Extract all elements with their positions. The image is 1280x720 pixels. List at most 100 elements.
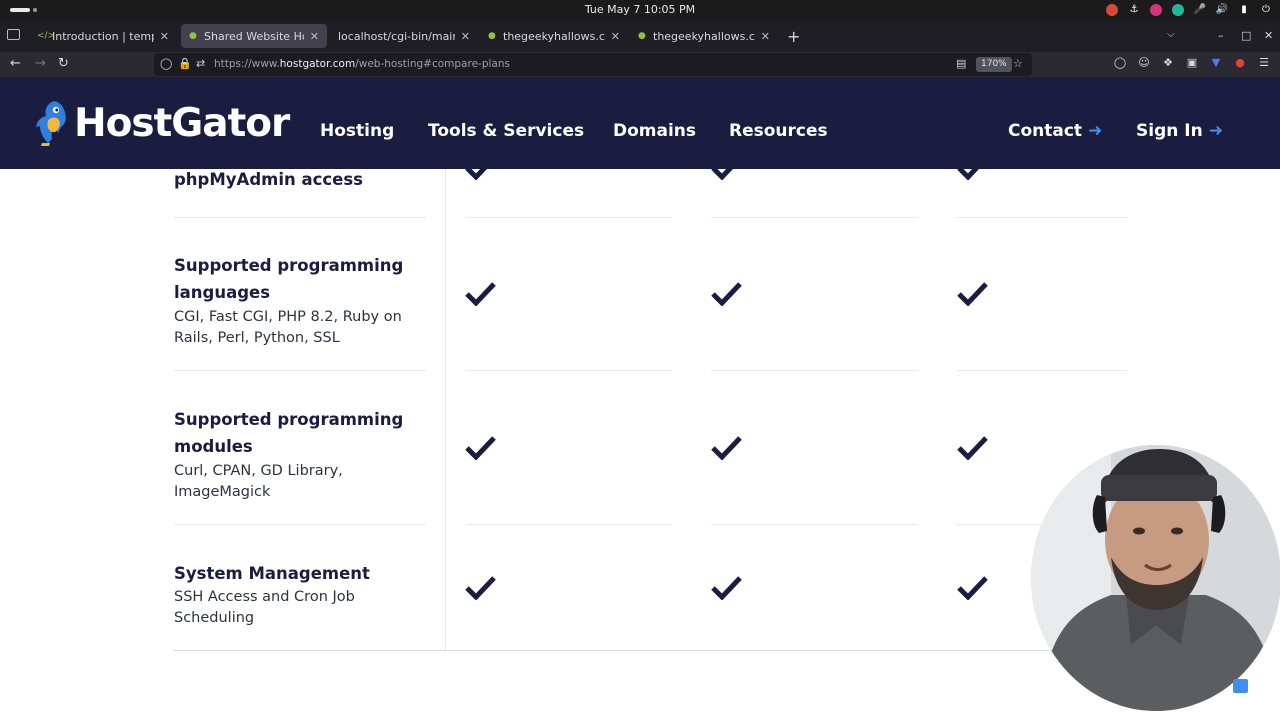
url-prefix: https://www. — [214, 58, 280, 70]
close-tab-icon[interactable]: ✕ — [761, 30, 770, 43]
addon-icon[interactable]: ● — [1233, 56, 1247, 70]
url-host: hostgator.com — [279, 58, 356, 70]
extension-icon[interactable]: ▣ — [1185, 56, 1199, 70]
table-bottom-border — [174, 650, 1080, 651]
sign-in-label: Sign In — [1136, 121, 1203, 141]
row-separator — [957, 370, 1127, 371]
brand-name: HostGator — [74, 100, 290, 146]
system-clock[interactable]: Tue May 7 10:05 PM — [0, 3, 1280, 16]
row-separator — [466, 524, 672, 525]
row-separator — [711, 524, 918, 525]
nav-tools-services[interactable]: Tools & Services — [428, 121, 584, 141]
row-separator — [466, 370, 672, 371]
close-tab-icon[interactable]: ✕ — [611, 30, 620, 43]
checkmark-icon — [465, 436, 496, 460]
checkmark-icon — [711, 576, 742, 600]
feature-row: phpMyAdmin access — [0, 169, 1280, 218]
gator-mascot-icon — [36, 101, 66, 146]
row-separator — [174, 370, 426, 371]
ubuntu-icon[interactable] — [1106, 4, 1118, 16]
vpn-icon[interactable]: ▼ — [1209, 56, 1223, 70]
checkmark-icon — [957, 282, 988, 306]
account-icon[interactable]: ☺ — [1137, 56, 1151, 70]
checkmark-icon — [465, 169, 488, 180]
battery-icon[interactable]: ▮ — [1238, 4, 1250, 16]
blue-corner-badge — [1233, 679, 1248, 693]
feature-description: Curl, CPAN, GD Library, ImageMagick — [174, 463, 343, 500]
checkmark-icon — [957, 576, 988, 600]
power-icon[interactable]: ⏻ — [1260, 4, 1272, 16]
nav-resources[interactable]: Resources — [729, 121, 828, 141]
site-header: HostGator Hosting Tools & Services Domai… — [0, 77, 1280, 169]
arrow-right-icon: ➜ — [1088, 121, 1103, 141]
checkmark-icon — [957, 436, 988, 460]
back-icon[interactable]: ← — [10, 56, 21, 72]
checkmark-icon — [711, 436, 742, 460]
browser-toolbar: ← → ↻ ◯ 🔒 ⇄ https://www.hostgator.com/we… — [0, 52, 1280, 77]
tab-geeky-2[interactable]: ● thegeekyhallows.com/go ✕ — [630, 24, 778, 48]
checkmark-icon — [465, 576, 496, 600]
close-tab-icon[interactable]: ✕ — [310, 30, 319, 43]
microphone-icon[interactable]: 🎤 — [1194, 4, 1206, 16]
webcam-overlay — [1031, 445, 1280, 711]
feature-row: Supported programming languages CGI, Fas… — [0, 218, 1280, 371]
pocket-icon[interactable]: ◯ — [1113, 56, 1127, 70]
hostgator-icon: ● — [189, 31, 197, 41]
bookmark-star-icon[interactable]: ☆ — [1013, 57, 1023, 70]
contact-link[interactable]: Contact ➜ — [1008, 121, 1102, 141]
permissions-icon[interactable]: ⇄ — [196, 57, 205, 70]
feature-description: SSH Access and Cron Job Scheduling — [174, 589, 355, 626]
os-top-bar: Tue May 7 10:05 PM ⚓ 🎤 🔊 ▮ ⏻ — [0, 0, 1280, 20]
chat-icon[interactable] — [1172, 4, 1184, 16]
system-tray: ⚓ 🎤 🔊 ▮ ⏻ — [1106, 2, 1272, 18]
row-separator — [174, 524, 426, 525]
presenter-video — [1031, 445, 1280, 711]
templ-icon: </> — [37, 31, 56, 41]
tab-shared-hosting[interactable]: ● Shared Website Hosting ✕ — [181, 24, 327, 48]
zoom-level[interactable]: 170% — [976, 57, 1012, 72]
new-tab-icon[interactable]: + — [787, 27, 800, 46]
sign-in-link[interactable]: Sign In ➜ — [1136, 121, 1223, 141]
shield-icon[interactable]: ◯ — [160, 57, 172, 70]
browser-tab-strip: </> Introduction | templ docs ✕ ● Shared… — [0, 20, 1280, 52]
tab-templ-docs[interactable]: </> Introduction | templ docs ✕ — [29, 24, 177, 48]
reload-icon[interactable]: ↻ — [58, 56, 69, 72]
reader-view-icon[interactable]: ▤ — [956, 57, 966, 70]
checkmark-icon — [957, 169, 980, 180]
tab-localhost[interactable]: localhost/cgi-bin/main.fcgi ✕ — [330, 24, 478, 48]
extensions-icon[interactable]: ❖ — [1161, 56, 1175, 70]
geeky-icon: ● — [638, 31, 646, 41]
url-text[interactable]: https://www.hostgator.com/web-hosting#co… — [214, 58, 510, 70]
close-tab-icon[interactable]: ✕ — [461, 30, 470, 43]
chevron-down-icon[interactable]: ⌵ — [1167, 29, 1175, 40]
volume-icon[interactable]: 🔊 — [1216, 4, 1228, 16]
close-window-icon[interactable]: ✕ — [1264, 29, 1273, 42]
minimize-icon[interactable]: – — [1218, 29, 1224, 42]
menu-icon[interactable]: ☰ — [1257, 56, 1271, 70]
checkmark-icon — [711, 282, 742, 306]
geeky-icon: ● — [488, 31, 496, 41]
url-bar[interactable]: ◯ 🔒 ⇄ https://www.hostgator.com/web-host… — [154, 53, 1032, 76]
nav-hosting[interactable]: Hosting — [320, 121, 394, 141]
feature-title: phpMyAdmin access — [174, 170, 363, 189]
nav-domains[interactable]: Domains — [613, 121, 696, 141]
docker-icon[interactable]: ⚓ — [1128, 4, 1140, 16]
pink-app-icon[interactable] — [1150, 4, 1162, 16]
maximize-icon[interactable]: □ — [1241, 29, 1251, 42]
tab-geeky-1[interactable]: ● thegeekyhallows.com/go ✕ — [480, 24, 628, 48]
feature-title: Supported programming modules — [174, 410, 404, 456]
forward-icon[interactable]: → — [35, 56, 46, 72]
lock-icon[interactable]: 🔒 — [178, 57, 192, 70]
tab-title: Introduction | templ docs — [52, 29, 154, 43]
feature-title: Supported programming languages — [174, 256, 404, 302]
arrow-right-icon: ➜ — [1208, 121, 1223, 141]
row-separator — [711, 370, 918, 371]
tab-title: Shared Website Hosting — [204, 29, 304, 43]
feature-title: System Management — [174, 564, 370, 583]
tab-overview-icon[interactable] — [7, 29, 20, 40]
url-path: /web-hosting#compare-plans — [355, 58, 510, 70]
hostgator-logo[interactable]: HostGator — [34, 99, 290, 147]
checkmark-icon — [465, 282, 496, 306]
close-tab-icon[interactable]: ✕ — [160, 30, 169, 43]
contact-label: Contact — [1008, 121, 1083, 141]
